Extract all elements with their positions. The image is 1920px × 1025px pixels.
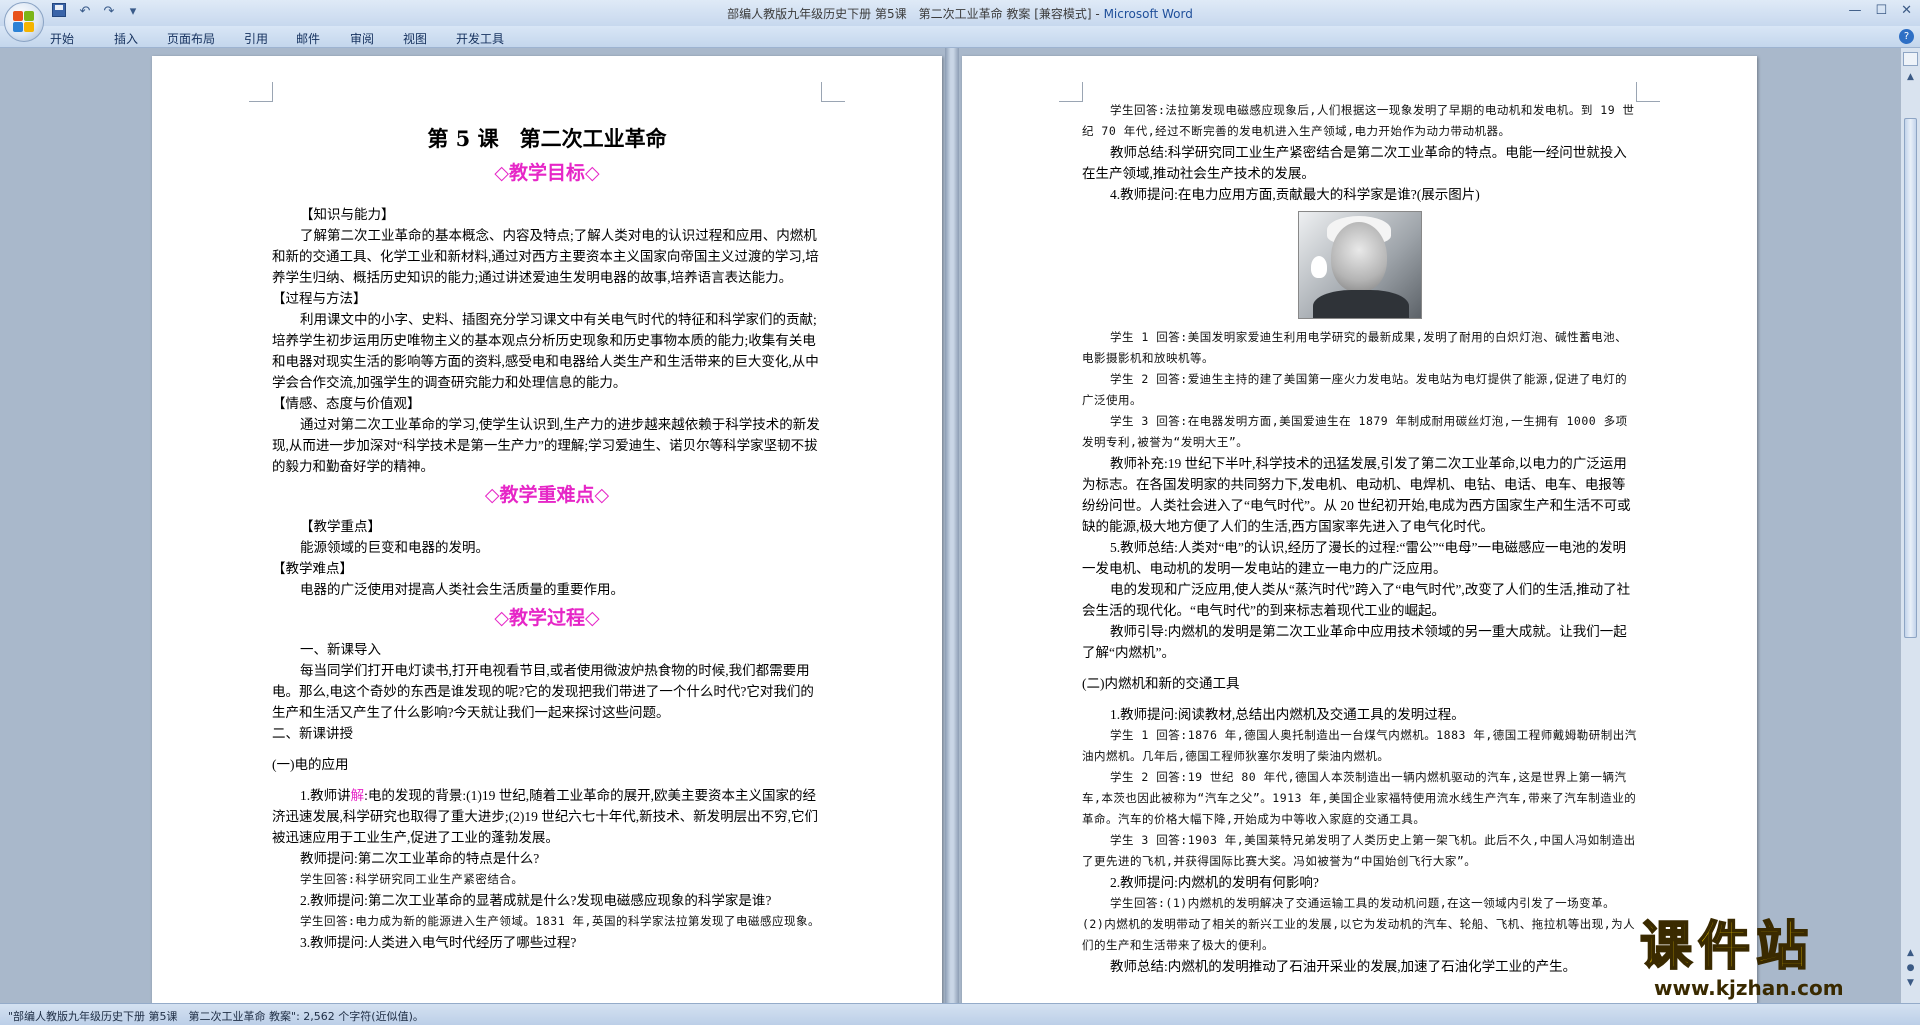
status-bar: "部编人教版九年级历史下册 第5课 第二次工业革命 教案": 2,562 个字符…	[0, 1003, 1920, 1025]
paragraph: 电的发现和广泛应用,使人类从“蒸汽时代”跨入了“电气时代”,改变了人们的生活,推…	[1082, 582, 1631, 618]
tab-insert[interactable]: 插入	[114, 30, 138, 47]
view-ruler-button[interactable]	[1903, 52, 1918, 66]
teacher-question: 教师提问:第二次工业革命的特点是什么?	[300, 851, 540, 866]
lesson-title: 第 5 课 第二次工业革命	[427, 126, 667, 151]
paragraph-focus: 能源领域的巨变和电器的发明。	[300, 540, 489, 555]
tab-developer[interactable]: 开发工具	[456, 30, 504, 47]
teacher-summary: 5.教师总结:人类对“电”的认识,经历了漫长的过程:“雷公”“电母”一电磁感应一…	[1082, 540, 1626, 576]
minimize-button[interactable]: —	[1848, 3, 1861, 18]
teacher-supplement: 教师补充:19 世纪下半叶,科学技术的迅猛发展,引发了第二次工业革命,以电力的广…	[1082, 456, 1631, 534]
tab-view[interactable]: 视图	[403, 30, 427, 47]
scroll-up-arrow-icon[interactable]: ▲	[1905, 72, 1916, 82]
page-content: 学生回答:法拉第发现电磁感应现象后,人们根据这一现象发明了早期的电动机和发电机。…	[1082, 100, 1637, 977]
document-page-right[interactable]: 学生回答:法拉第发现电磁感应现象后,人们根据这一现象发明了早期的电动机和发电机。…	[962, 56, 1757, 1003]
paragraph-emotion: 通过对第二次工业革命的学习,使学生认识到,生产力的进步越来越依赖于科学技术的新发…	[272, 417, 820, 474]
student-answer: 学生 2 回答:19 世纪 80 年代,德国人本茨制造出一辆内燃机驱动的汽车,这…	[1082, 770, 1637, 826]
page-separator	[945, 48, 959, 1003]
scrollbar-thumb[interactable]	[1904, 118, 1917, 638]
student-answer: 学生 3 回答:1903 年,美国莱特兄弟发明了人类历史上第一架飞机。此后不久,…	[1082, 833, 1636, 868]
watermark-title: 课件站	[1639, 917, 1815, 977]
title-bar: ↶ ↷ ▾ 部编人教版九年级历史下册 第5课 第二次工业革命 教案 [兼容模式]…	[0, 0, 1920, 42]
window-controls: — ☐ ✕	[1848, 3, 1912, 18]
teacher-guide: 教师引导:内燃机的发明是第二次工业革命中应用技术领域的另一重大成就。让我们一起了…	[1082, 624, 1627, 660]
teacher-summary: 教师总结:内燃机的发明推动了石油开采业的发展,加速了石油化学工业的产生。	[1110, 959, 1577, 974]
maximize-button[interactable]: ☐	[1875, 3, 1887, 18]
section-heading-process: ◇教学过程◇	[494, 607, 600, 629]
crop-mark	[1059, 82, 1083, 102]
student-answer: 学生回答:(1)内燃机的发明解决了交通运输工具的发动机问题,在这一领域内引发了一…	[1082, 896, 1636, 952]
teacher-question: 2.教师提问:第二次工业革命的显著成就是什么?发现电磁感应现象的科学家是谁?	[300, 893, 772, 908]
subheading-intro: 一、新课导入	[300, 642, 381, 657]
teacher-question: 3.教师提问:人类进入电气时代经历了哪些过程?	[300, 935, 577, 950]
document-page-left[interactable]: 第 5 课 第二次工业革命 ◇教学目标◇ 【知识与能力】 了解第二次工业革命的基…	[152, 56, 942, 1003]
text-run: 1.教师讲	[300, 788, 351, 803]
tab-mailings[interactable]: 邮件	[296, 30, 320, 47]
document-title: 部编人教版九年级历史下册 第5课 第二次工业革命 教案 [兼容模式]	[727, 7, 1092, 21]
subheading-difficulty: 【教学难点】	[272, 561, 353, 576]
word-count-status[interactable]: "部编人教版九年级历史下册 第5课 第二次工业革命 教案": 2,562 个字符…	[8, 1008, 424, 1024]
student-answer: 学生回答:电力成为新的能源进入生产领域。1831 年,英国的科学家法拉第发现了电…	[300, 914, 820, 928]
student-answer: 学生回答:科学研究同工业生产紧密结合。	[300, 872, 524, 886]
crop-mark	[821, 82, 845, 102]
section-heading-key-points: ◇教学重难点◇	[484, 484, 610, 506]
subheading-emotion: 【情感、态度与价值观】	[272, 396, 421, 411]
teacher-summary: 教师总结:科学研究同工业生产紧密结合是第二次工业革命的特点。电能一经问世就投入在…	[1082, 145, 1627, 181]
watermark-url: www.kjzhan.com	[1654, 976, 1844, 1000]
highlighted-text: 解	[350, 788, 365, 803]
tab-home[interactable]: 开始	[50, 30, 74, 47]
student-answer: 学生 1 回答:美国发明家爱迪生利用电学研究的最新成果,发明了耐用的白炽灯泡、碱…	[1082, 330, 1628, 365]
subheading-new-lesson: 二、新课讲授	[272, 726, 353, 741]
tab-review[interactable]: 审阅	[350, 30, 374, 47]
page-content: 第 5 课 第二次工业革命 ◇教学目标◇ 【知识与能力】 了解第二次工业革命的基…	[272, 56, 822, 953]
paragraph-difficulty: 电器的广泛使用对提高人类社会生活质量的重要作用。	[300, 582, 624, 597]
teacher-question: 4.教师提问:在电力应用方面,贡献最大的科学家是谁?(展示图片)	[1110, 187, 1480, 202]
paragraph-method: 利用课文中的小字、史料、插图充分学习课文中有关电气时代的特征和科学家们的贡献;培…	[272, 312, 819, 390]
section-heading-goals: ◇教学目标◇	[494, 162, 600, 184]
teacher-question: 2.教师提问:内燃机的发明有何影响?	[1110, 875, 1319, 890]
office-logo-icon	[13, 11, 35, 33]
paragraph-intro: 每当同学们打开电灯读书,打开电视看节目,或者使用微波炉热食物的时候,我们都需要用…	[272, 663, 814, 720]
edison-portrait-image	[1297, 211, 1422, 319]
app-name: Microsoft Word	[1103, 7, 1193, 21]
teacher-question: 1.教师提问:阅读教材,总结出内燃机及交通工具的发明过程。	[1110, 707, 1465, 722]
document-area: 第 5 课 第二次工业革命 ◇教学目标◇ 【知识与能力】 了解第二次工业革命的基…	[0, 48, 1900, 1003]
subheading-knowledge: 【知识与能力】	[300, 207, 395, 222]
student-answer: 学生 1 回答:1876 年,德国人奥托制造出一台煤气内燃机。1883 年,德国…	[1082, 728, 1637, 763]
student-answer: 学生回答:法拉第发现电磁感应现象后,人们根据这一现象发明了早期的电动机和发电机。…	[1082, 103, 1635, 138]
paragraph-knowledge: 了解第二次工业革命的基本概念、内容及特点;了解人类对电的认识过程和应用、内燃机和…	[272, 228, 819, 285]
close-button[interactable]: ✕	[1901, 3, 1912, 18]
crop-mark	[249, 82, 273, 102]
ribbon-tabs: 开始 插入 页面布局 引用 邮件 审阅 视图 开发工具 ?	[0, 26, 1920, 48]
tab-references[interactable]: 引用	[244, 30, 268, 47]
subheading-method: 【过程与方法】	[272, 291, 367, 306]
student-answer: 学生 3 回答:在电器发明方面,美国爱迪生在 1879 年制成耐用碳丝灯泡,一生…	[1082, 414, 1628, 449]
student-answer: 学生 2 回答:爱迪生主持的建了美国第一座火力发电站。发电站为电灯提供了能源,促…	[1082, 372, 1628, 407]
help-icon[interactable]: ?	[1899, 29, 1914, 44]
kjzhan-watermark-logo: 课件站 www.kjzhan.com	[1639, 917, 1920, 1000]
crop-mark	[1636, 82, 1660, 102]
office-button[interactable]	[4, 2, 44, 42]
window-title: 部编人教版九年级历史下册 第5课 第二次工业革命 教案 [兼容模式] - Mic…	[727, 7, 1193, 21]
subheading-focus: 【教学重点】	[300, 519, 381, 534]
tab-page-layout[interactable]: 页面布局	[167, 30, 215, 47]
vertical-scrollbar[interactable]: ▲ ▲ ● ▼	[1900, 48, 1920, 1003]
paragraph-teacher-explain: 1.教师讲解:电的发现的背景:(1)19 世纪,随着工业革命的展开,欧美主要资本…	[272, 785, 822, 848]
subheading-electricity: (一)电的应用	[272, 757, 349, 772]
subheading-engine: (二)内燃机和新的交通工具	[1082, 676, 1240, 691]
